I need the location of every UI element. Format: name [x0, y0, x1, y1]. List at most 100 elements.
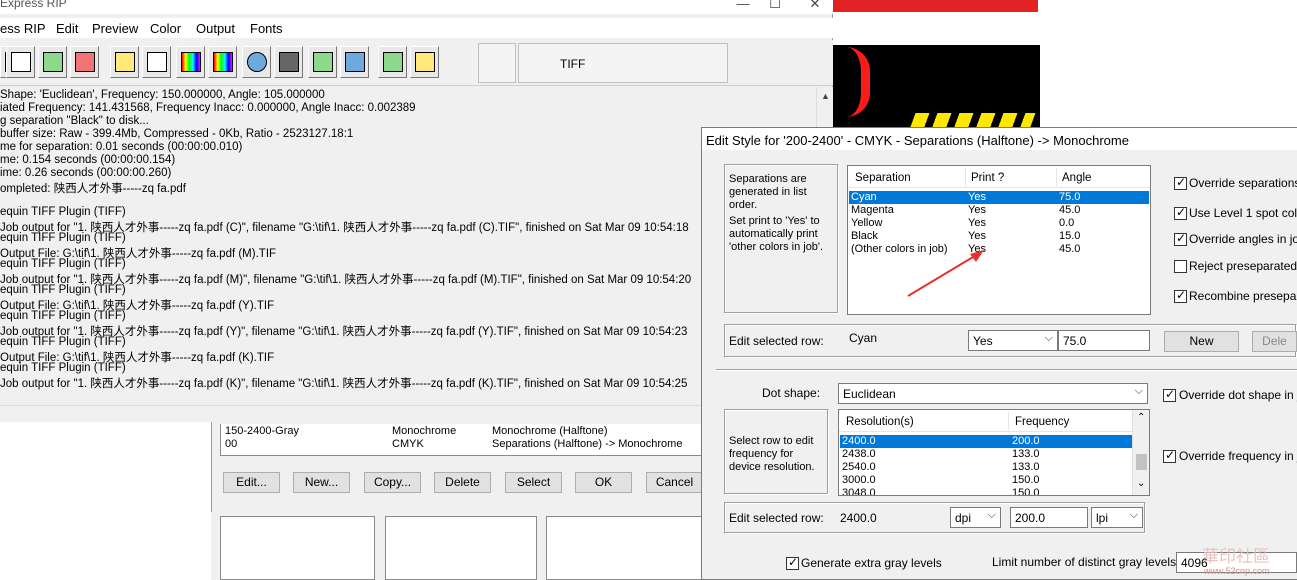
- color-bars-icon[interactable]: [208, 46, 237, 78]
- frequency-input[interactable]: 200.0: [1010, 507, 1088, 528]
- use-level1-spot-label: Use Level 1 spot colors: [1189, 206, 1297, 220]
- style-type: Monochrome (Halftone): [492, 425, 608, 437]
- ok-button[interactable]: OK: [575, 472, 632, 493]
- stop-light-red-icon[interactable]: [70, 46, 99, 78]
- annotation-arrow-icon: [907, 250, 984, 297]
- selected-separation-name: Cyan: [849, 331, 878, 345]
- cancel-button[interactable]: Cancel: [646, 472, 703, 493]
- window-title: Express RIP: [0, 0, 67, 10]
- chevron-up-icon: ⌃: [1137, 412, 1146, 423]
- edit-resolution-row-label: Edit selected row:: [729, 511, 824, 525]
- separation-row-black[interactable]: Black Yes 15.0: [849, 230, 1149, 243]
- arrow-right-icon[interactable]: [378, 46, 407, 78]
- override-angles-checkbox[interactable]: [1174, 231, 1187, 246]
- resolution-row[interactable]: 2400.0 200.0: [840, 435, 1132, 448]
- menu-file[interactable]: ess RIP: [0, 21, 46, 36]
- recombine-preseparated-label: Recombine preseparated: [1189, 289, 1297, 303]
- output-format-box: [518, 43, 728, 83]
- chevron-down-icon: ⌄: [1137, 478, 1146, 489]
- delete-button[interactable]: Delete: [434, 472, 491, 493]
- menu-color[interactable]: Color: [150, 21, 181, 36]
- menu-edit[interactable]: Edit: [56, 21, 78, 36]
- edit-separation-row-label: Edit selected row:: [729, 334, 824, 348]
- separations-list[interactable]: Separation Print ? Angle Cyan Yes 75.0 M…: [847, 165, 1151, 315]
- preview-panel-left: [220, 516, 375, 580]
- selected-resolution-value: 2400.0: [840, 511, 877, 525]
- separation-row-other[interactable]: (Other colors in job) Yes 45.0: [849, 243, 1149, 256]
- dot-shape-label: Dot shape:: [762, 386, 821, 400]
- column-separation[interactable]: Separation: [855, 172, 911, 184]
- select-button[interactable]: Select: [505, 472, 562, 493]
- section-divider: [716, 369, 1297, 371]
- resolution-row[interactable]: 2540.0 133.0: [840, 461, 1132, 474]
- separation-row-cyan[interactable]: Cyan Yes 75.0: [849, 191, 1149, 204]
- separation-row-magenta[interactable]: Magenta Yes 45.0: [849, 204, 1149, 217]
- chevron-down-icon: ⌵: [1044, 332, 1053, 344]
- resolution-row[interactable]: 3000.0 150.0: [840, 474, 1132, 487]
- recombine-preseparated-checkbox[interactable]: [1174, 288, 1187, 303]
- grid-icon[interactable]: [340, 46, 369, 78]
- reject-preseparated-label: Reject preseparated job: [1189, 259, 1297, 273]
- print-select[interactable]: Yes ⌵: [968, 330, 1058, 351]
- override-separations-checkbox[interactable]: [1174, 175, 1187, 190]
- new-button[interactable]: New...: [293, 472, 350, 493]
- log-output: Shape: 'Euclidean', Frequency: 150.00000…: [0, 87, 816, 405]
- log-line: g separation "Black" to disk...: [0, 115, 149, 127]
- log-line: me for separation: 0.01 seconds (00:00:0…: [0, 141, 243, 153]
- close-button[interactable]: ✕: [800, 0, 830, 12]
- output-status-box: [478, 43, 516, 83]
- override-dot-shape-label: Override dot shape in job: [1179, 388, 1297, 402]
- style-type: Separations (Halftone) -> Monochrome: [492, 438, 683, 450]
- menu-preview[interactable]: Preview: [92, 21, 138, 36]
- generate-gray-levels-checkbox[interactable]: [786, 555, 799, 570]
- edit-style-title: Edit Style for '200-2400' - CMYK - Separ…: [706, 133, 1129, 148]
- resolution-row[interactable]: 3048.0 150.0: [840, 487, 1132, 495]
- stop-light-icon[interactable]: [6, 46, 35, 78]
- override-frequency-checkbox[interactable]: [1163, 448, 1176, 463]
- background-red-banner: [830, 0, 1038, 12]
- dot-shape-select[interactable]: Euclidean ⌵: [838, 383, 1148, 404]
- menu-fonts[interactable]: Fonts: [250, 21, 283, 36]
- new-separation-button[interactable]: New: [1164, 331, 1239, 352]
- column-frequency[interactable]: Frequency: [1015, 416, 1069, 428]
- style-list[interactable]: 150-2400-Gray Monochrome Monochrome (Hal…: [220, 424, 705, 456]
- minimize-button[interactable]: —: [728, 0, 758, 11]
- resolution-unit-select[interactable]: dpi ⌵: [950, 507, 1001, 528]
- reject-preseparated-checkbox[interactable]: [1174, 260, 1187, 273]
- maximize-button[interactable]: ☐: [760, 0, 790, 12]
- frequency-unit-select[interactable]: lpi ⌵: [1091, 507, 1143, 528]
- log-line: iated Frequency: 141.431568, Frequency I…: [0, 102, 416, 114]
- recycle-icon[interactable]: [38, 46, 67, 78]
- column-angle[interactable]: Angle: [1062, 172, 1091, 184]
- resolution-list-scrollbar[interactable]: ⌃ ⌄: [1132, 410, 1149, 495]
- log-line: me: 0.154 seconds (00:00:00.154): [0, 154, 176, 166]
- log-line: equin TIFF Plugin (TIFF): [0, 336, 126, 348]
- log-line: equin TIFF Plugin (TIFF): [0, 206, 126, 218]
- style-model: Monochrome: [392, 425, 457, 437]
- print-help-text: Set print to 'Yes' to automatically print…: [729, 215, 824, 253]
- resolution-row[interactable]: 2438.0 133.0: [840, 448, 1132, 461]
- column-print[interactable]: Print ?: [971, 172, 1004, 184]
- resolution-list-header: Resolution(s) Frequency: [839, 410, 1133, 432]
- circle-icon[interactable]: [242, 46, 271, 78]
- override-dot-shape-checkbox[interactable]: [1163, 387, 1176, 402]
- use-level1-spot-checkbox[interactable]: [1174, 205, 1187, 220]
- stack-icon[interactable]: [308, 46, 337, 78]
- column-resolution[interactable]: Resolution(s): [846, 416, 914, 428]
- edit-button[interactable]: Edit...: [223, 472, 280, 493]
- document-lines-icon[interactable]: [142, 46, 171, 78]
- document-icon[interactable]: [110, 46, 139, 78]
- menu-output[interactable]: Output: [196, 21, 235, 36]
- delete-separation-button[interactable]: Dele: [1252, 331, 1297, 352]
- separation-row-yellow[interactable]: Yellow Yes 0.0: [849, 217, 1149, 230]
- copy-button[interactable]: Copy...: [364, 472, 421, 493]
- angle-input[interactable]: 75.0: [1058, 330, 1150, 351]
- scanner-icon[interactable]: [410, 46, 439, 78]
- log-line: ompleted: 陕西人才外事-----zq fa.pdf: [0, 183, 186, 195]
- log-line: equin TIFF Plugin (TIFF): [0, 232, 126, 244]
- style-model: CMYK: [392, 438, 424, 450]
- resolution-list[interactable]: Resolution(s) Frequency 2400.0 200.0 2438…: [838, 409, 1150, 496]
- film-strip-icon[interactable]: [274, 46, 303, 78]
- color-image-icon[interactable]: [176, 46, 205, 78]
- chevron-down-icon: ⌵: [1134, 385, 1143, 397]
